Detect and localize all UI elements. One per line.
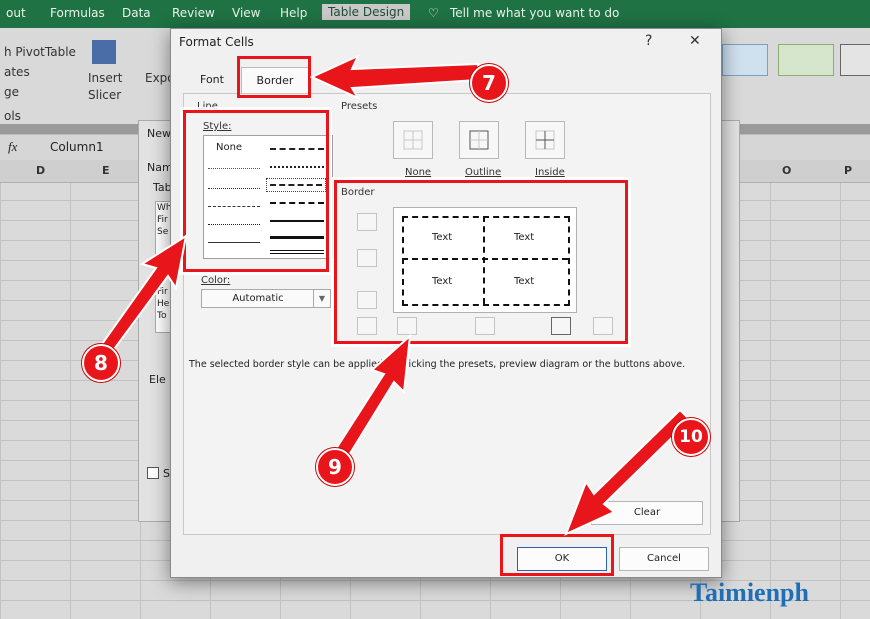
arrow-10 — [564, 408, 692, 536]
arrow-7 — [309, 53, 479, 101]
step-badge-8: 8 — [82, 344, 120, 382]
arrow-8 — [100, 233, 188, 354]
step-badge-9: 9 — [316, 448, 354, 486]
step-badge-7: 7 — [470, 64, 508, 102]
annotation-arrows — [100, 53, 692, 536]
watermark-logo: Taimienph — [690, 578, 809, 607]
arrow-9 — [332, 333, 412, 462]
step-badge-10: 10 — [672, 418, 710, 456]
